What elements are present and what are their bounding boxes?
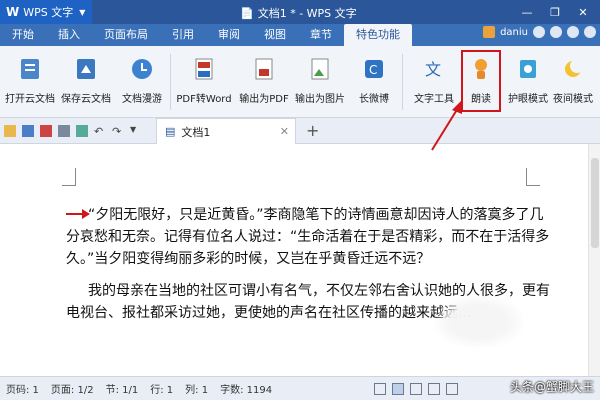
document-area[interactable]: “夕阳无限好，只是近黄昏。”李商隐笔下的诗情画意却因诗人的落寞多了几分哀愁和无奈… (0, 144, 600, 376)
document-icon: 📄 (240, 6, 254, 20)
title-bar: W WPS 文字 ▼ 📄 文档1 * - WPS 文字 — ❐ ✕ (0, 0, 600, 24)
export-pdf-button[interactable]: 输出为PDF (236, 52, 292, 112)
preview-icon[interactable] (76, 124, 88, 137)
export-image-button[interactable]: 输出为图片 (292, 52, 348, 112)
long-weibo-button[interactable]: C 长微博 (346, 52, 402, 112)
outline-view-icon[interactable] (410, 382, 423, 395)
margin-marker-top-right (526, 168, 540, 186)
app-name: WPS 文字 (23, 6, 74, 19)
page-view-icon[interactable] (392, 382, 405, 395)
close-tab-icon[interactable]: ✕ (280, 125, 289, 138)
help-icon[interactable] (584, 26, 596, 38)
paragraph-1[interactable]: “夕阳无限好，只是近黄昏。”李商隐笔下的诗情画意却因诗人的落寞多了几分哀愁和无奈… (66, 204, 556, 270)
weibo-icon: C (360, 54, 388, 84)
status-page: 页码: 1 (6, 385, 39, 396)
margin-marker-top-left (62, 168, 76, 186)
mail-icon[interactable] (533, 26, 545, 38)
text-tool-icon: 文 (420, 54, 448, 84)
night-mode-button[interactable]: 夜间模式 (548, 52, 598, 112)
ribbon-separator (402, 54, 403, 110)
svg-text:C: C (369, 63, 377, 77)
night-mode-icon (559, 54, 587, 84)
svg-text:文: 文 (425, 60, 441, 79)
eye-care-icon (514, 54, 542, 84)
pdf-to-word-icon (190, 54, 218, 84)
tab-home[interactable]: 开始 (0, 24, 46, 46)
qbar-dropdown-icon[interactable]: ▼ (130, 125, 142, 137)
pdf-to-word-button[interactable]: PDF转Word (176, 52, 232, 112)
menu-bar: 开始 插入 页面布局 引用 审阅 视图 章节 特色功能 daniu (0, 24, 600, 46)
doc-roam-button[interactable]: 文档漫游 (114, 52, 170, 112)
cloud-open-icon (16, 54, 44, 84)
export-image-icon (306, 54, 334, 84)
new-tab-icon[interactable]: + (306, 121, 319, 140)
document-tab-label: 文档1 (181, 125, 211, 139)
status-pages: 页面: 1/2 (50, 385, 94, 396)
fullscreen-icon[interactable] (374, 382, 387, 395)
export-pdf-icon (250, 54, 278, 84)
roam-icon (128, 54, 156, 84)
read-aloud-highlight (461, 50, 501, 112)
status-words: 字数: 1194 (220, 385, 273, 396)
ribbon: 打开云文档 保存云文档 文档漫游 PDF转Word 输出为PDF 输出为图片 C (0, 46, 600, 118)
settings-icon[interactable] (550, 26, 562, 38)
save-icon[interactable] (22, 124, 34, 137)
eye-care-button[interactable]: 护眼模式 (506, 52, 550, 112)
print-icon[interactable] (58, 124, 70, 137)
save-cloud-doc-button[interactable]: 保存云文档 (58, 52, 114, 112)
open-cloud-doc-button[interactable]: 打开云文档 (2, 52, 58, 112)
skin-icon[interactable] (567, 26, 579, 38)
status-col: 列: 1 (185, 385, 209, 396)
restore-icon[interactable]: ❐ (542, 3, 568, 21)
tab-insert[interactable]: 插入 (46, 24, 92, 46)
document-tab-icon: ▤ (165, 125, 176, 138)
tab-references[interactable]: 引用 (160, 24, 206, 46)
cloud-save-icon (72, 54, 100, 84)
blur-overlay (434, 296, 524, 348)
user-area: daniu (483, 26, 596, 38)
open-folder-icon[interactable] (4, 124, 16, 137)
pdf-icon[interactable] (40, 124, 52, 137)
undo-icon[interactable]: ↶ (94, 125, 106, 138)
minimize-icon[interactable]: — (514, 3, 540, 21)
status-section: 节: 1/1 (105, 385, 139, 396)
eye-view-icon[interactable] (446, 382, 459, 395)
document-tab[interactable]: ▤ 文档1 ✕ (156, 118, 296, 144)
window-title: 📄 文档1 * - WPS 文字 (240, 5, 357, 21)
window-controls: — ❐ ✕ (514, 3, 596, 21)
tab-review[interactable]: 审阅 (206, 24, 252, 46)
tab-chapter[interactable]: 章节 (298, 24, 344, 46)
wps-logo-icon: W (6, 5, 20, 19)
text-tools-button[interactable]: 文 文字工具 (406, 52, 462, 112)
quick-access-bar: ↶ ↷ ▼ ▤ 文档1 ✕ + (0, 118, 600, 144)
chevron-down-icon: ▼ (79, 7, 86, 17)
window-title-text: 文档1 * - WPS 文字 (257, 7, 357, 20)
vertical-scrollbar[interactable] (588, 144, 600, 376)
scrollbar-thumb[interactable] (591, 158, 599, 248)
user-avatar-icon[interactable] (483, 26, 496, 38)
tab-view[interactable]: 视图 (252, 24, 298, 46)
redo-icon[interactable]: ↷ (112, 125, 124, 138)
app-menu-button[interactable]: W WPS 文字 ▼ (0, 0, 92, 24)
user-name[interactable]: daniu (500, 27, 528, 38)
tab-page-layout[interactable]: 页面布局 (92, 24, 160, 46)
watermark: 头条@蟹脚大王 (509, 380, 594, 394)
status-row: 行: 1 (150, 385, 174, 396)
close-icon[interactable]: ✕ (570, 3, 596, 21)
web-view-icon[interactable] (428, 382, 441, 395)
view-mode-icons (374, 382, 459, 395)
ribbon-separator (170, 54, 171, 110)
tab-special-features[interactable]: 特色功能 (344, 24, 412, 46)
